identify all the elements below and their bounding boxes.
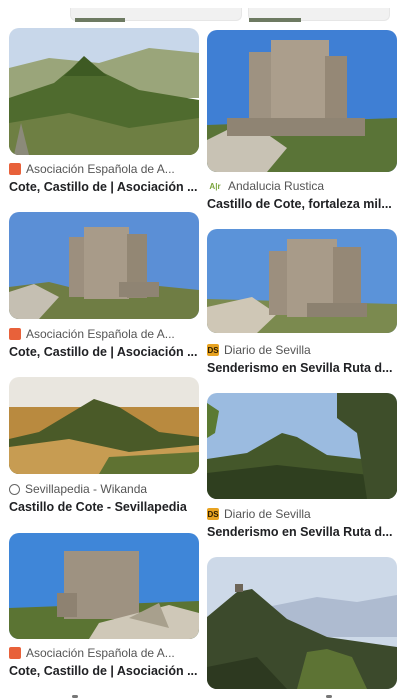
asociacion-icon	[9, 163, 21, 175]
result-image[interactable]	[207, 229, 397, 333]
result-image[interactable]	[207, 557, 397, 689]
result-title[interactable]: Senderismo en Sevilla Ruta d...	[207, 361, 397, 379]
result-title[interactable]: Castillo de Cote, fortaleza mil...	[207, 197, 397, 215]
ds-icon: DS	[207, 344, 219, 356]
previous-results-strip	[0, 0, 405, 22]
result-source[interactable]: Sevillapedia - Wikanda	[9, 481, 199, 497]
previous-result-card[interactable]	[70, 8, 242, 22]
asociacion-icon	[9, 647, 21, 659]
result-title[interactable]: Cote, Castillo de | Asociación ...	[9, 180, 199, 198]
andalucia-icon: A|r	[209, 181, 221, 191]
result-image[interactable]	[207, 393, 397, 499]
asociacion-icon	[9, 328, 21, 340]
result-source[interactable]: DS Diario de Sevilla	[207, 342, 397, 358]
result-image[interactable]	[9, 212, 199, 319]
result-title[interactable]: Castillo de Cote - Sevillapedia	[9, 500, 199, 518]
result-source[interactable]: Asociación Española de A...	[9, 645, 199, 661]
result-image[interactable]	[9, 533, 199, 639]
result-title[interactable]: Cote, Castillo de | Asociación ...	[9, 345, 199, 363]
result-image[interactable]	[9, 377, 199, 474]
result-source[interactable]: Asociación Española de A...	[9, 326, 199, 342]
globe-icon	[9, 483, 20, 495]
result-title[interactable]: Senderismo en Sevilla Ruta d...	[207, 525, 397, 543]
result-image[interactable]	[207, 30, 397, 172]
result-image[interactable]	[9, 28, 199, 155]
result-source[interactable]: DS Diario de Sevilla	[207, 506, 397, 522]
bottom-edge	[0, 690, 405, 700]
result-source[interactable]: Asociación Española de A...	[9, 161, 199, 177]
result-title[interactable]: Cote, Castillo de | Asociación ...	[9, 664, 199, 682]
previous-result-card[interactable]	[248, 8, 390, 22]
ds-icon: DS	[207, 508, 219, 520]
result-source[interactable]: A|r Andalucia Rustica	[207, 178, 397, 194]
